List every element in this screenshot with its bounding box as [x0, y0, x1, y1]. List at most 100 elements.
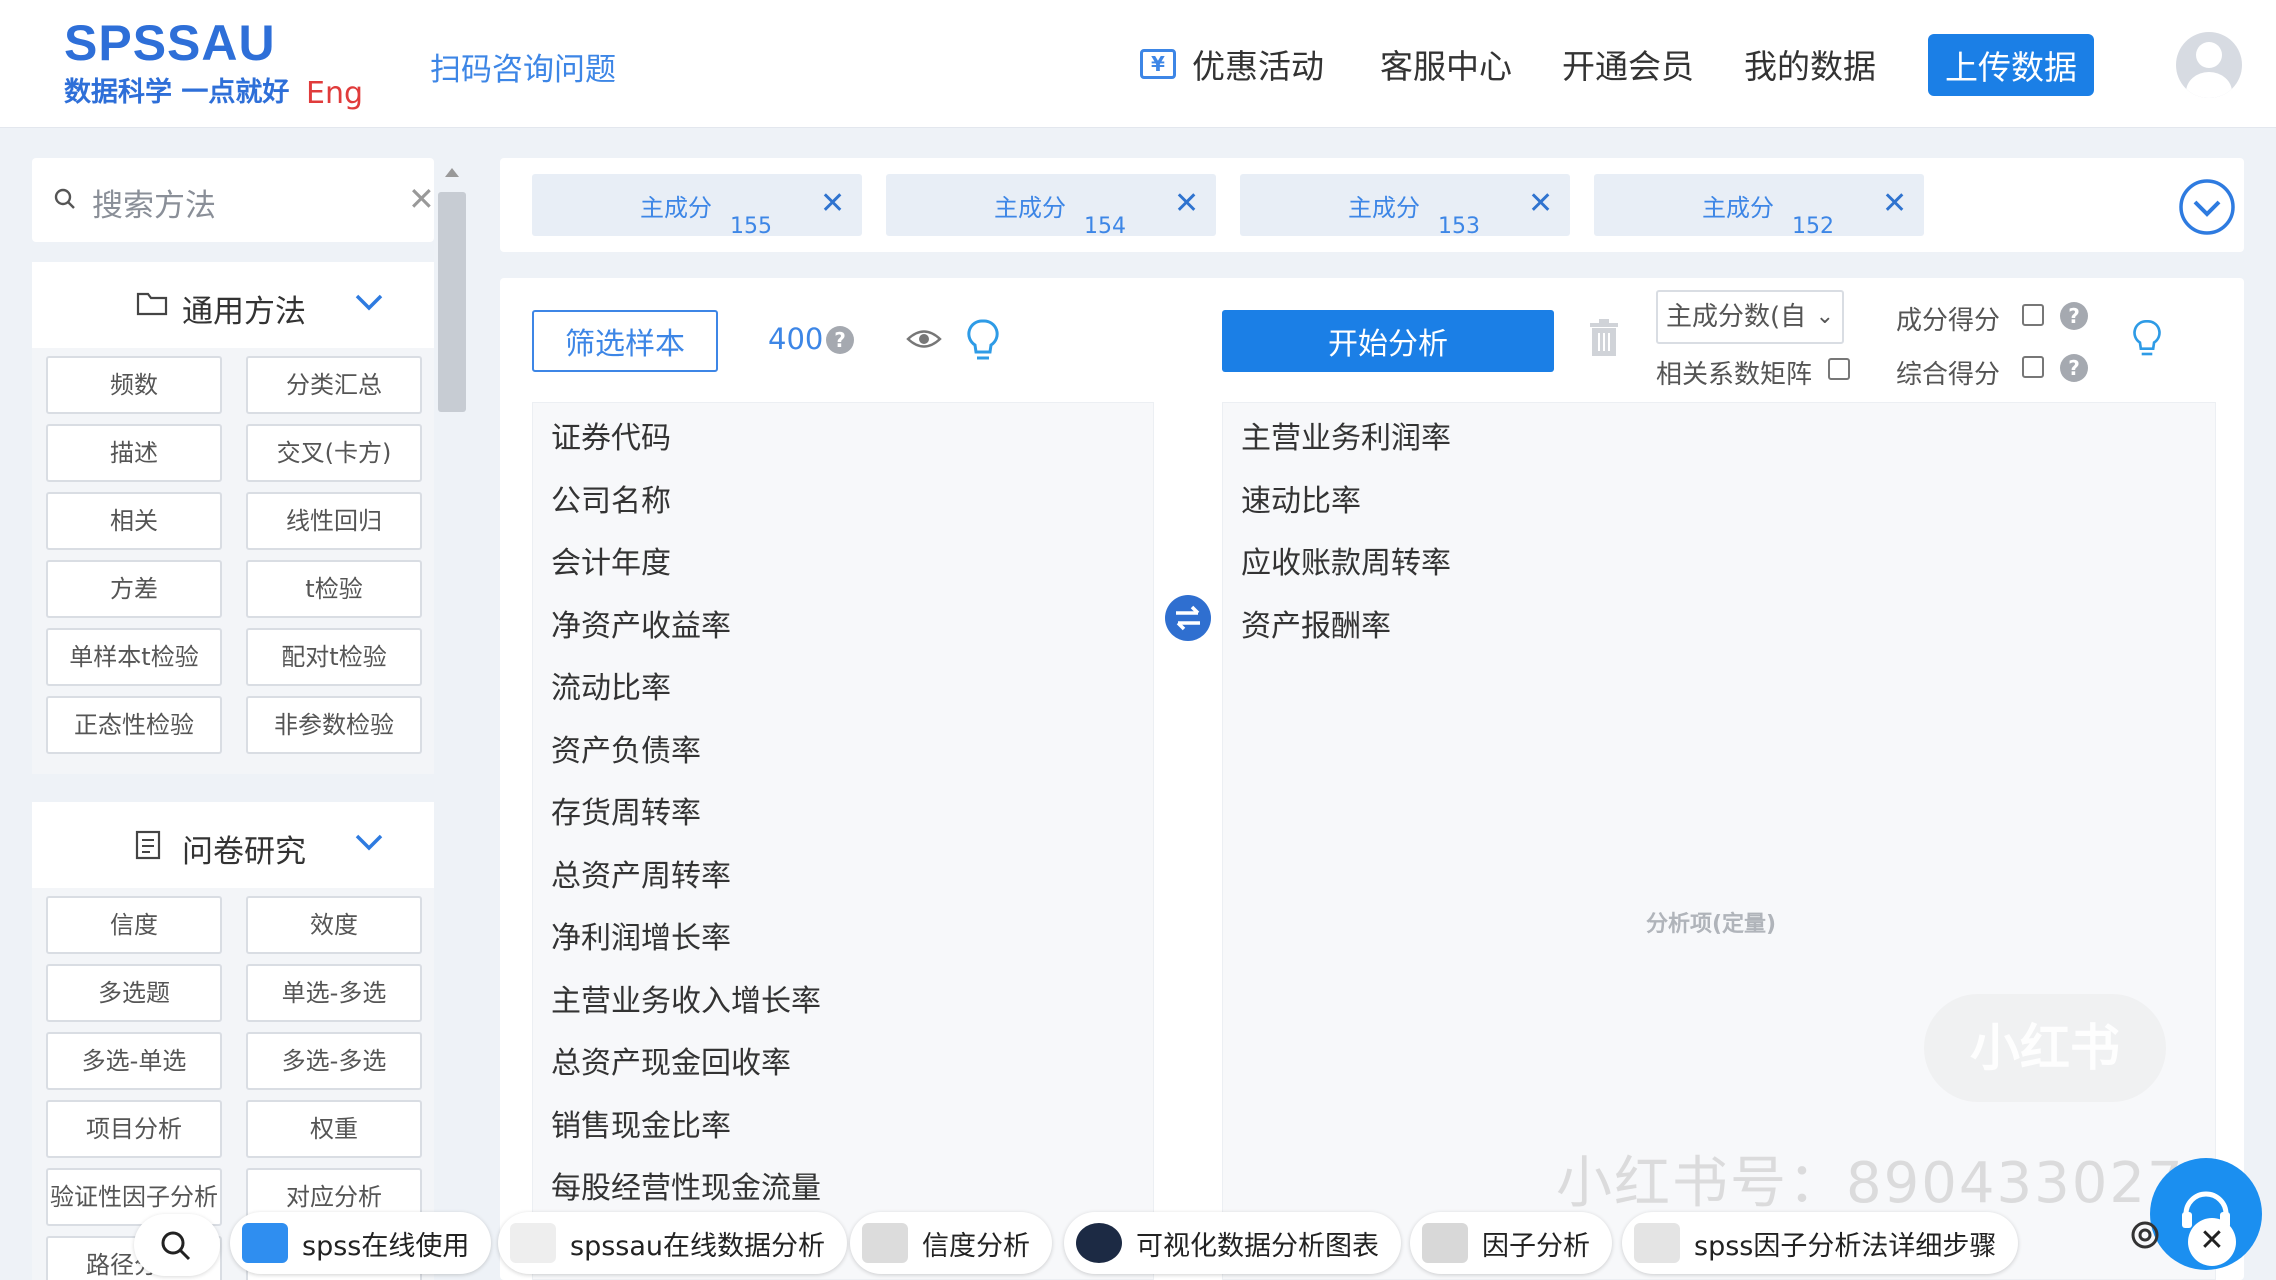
- suggestion-chip[interactable]: 信度分析: [850, 1212, 1052, 1274]
- chevron-down-icon[interactable]: [354, 832, 384, 852]
- close-tab-icon[interactable]: ✕: [1528, 186, 1553, 221]
- variable-item[interactable]: 主营业务收入增长率: [551, 976, 821, 1020]
- method-button[interactable]: 频数: [46, 356, 222, 414]
- method-button[interactable]: 权重: [246, 1100, 422, 1158]
- chip-thumbnail: [1076, 1223, 1122, 1263]
- eye-icon[interactable]: [906, 328, 942, 350]
- close-tab-icon[interactable]: ✕: [820, 186, 845, 221]
- method-button[interactable]: 效度: [246, 896, 422, 954]
- nav-member[interactable]: 开通会员: [1562, 40, 1694, 88]
- analysis-item[interactable]: 资产报酬率: [1241, 601, 1391, 645]
- gear-icon[interactable]: [2126, 1216, 2164, 1254]
- variable-item[interactable]: 证券代码: [551, 413, 671, 457]
- logo[interactable]: SPSSAU: [64, 14, 276, 72]
- tab-analysis-4[interactable]: 主成分 152 ✕: [1594, 174, 1924, 239]
- analysis-item[interactable]: 应收账款周转率: [1241, 538, 1451, 582]
- chip-label: spssau在线数据分析: [570, 1230, 825, 1262]
- tabs-expand-icon[interactable]: [2178, 178, 2236, 236]
- coupon-icon: ¥: [1140, 49, 1176, 79]
- variable-item[interactable]: 流动比率: [551, 663, 671, 707]
- method-button[interactable]: 单选-多选: [246, 964, 422, 1022]
- method-search[interactable]: 搜索方法 ✕: [32, 158, 435, 242]
- chip-thumbnail: [510, 1223, 556, 1263]
- search-input[interactable]: 搜索方法: [92, 180, 216, 225]
- method-button[interactable]: 多选-多选: [246, 1032, 422, 1090]
- variable-item[interactable]: 每股经营性现金流量: [551, 1163, 821, 1207]
- method-button[interactable]: 配对t检验: [246, 628, 422, 686]
- corr-matrix-checkbox[interactable]: [1828, 358, 1850, 380]
- lightbulb-icon[interactable]: [966, 318, 1000, 364]
- tab-analysis-2[interactable]: 主成分 154 ✕: [886, 174, 1216, 239]
- close-tab-icon[interactable]: ✕: [1882, 186, 1907, 221]
- bottom-search-button[interactable]: [134, 1214, 220, 1276]
- chevron-down-icon[interactable]: [354, 292, 384, 312]
- tab-number: 154: [1084, 214, 1126, 239]
- nav-service[interactable]: 客服中心: [1380, 40, 1512, 88]
- variable-item[interactable]: 存货周转率: [551, 788, 701, 832]
- method-button[interactable]: 信度: [46, 896, 222, 954]
- method-button[interactable]: 描述: [46, 424, 222, 482]
- help-icon[interactable]: ?: [826, 326, 854, 354]
- method-button[interactable]: 多选题: [46, 964, 222, 1022]
- variable-item[interactable]: 销售现金比率: [551, 1101, 731, 1145]
- method-button[interactable]: 正态性检验: [46, 696, 222, 754]
- component-count-select[interactable]: 主成分数(自 ⌄: [1656, 290, 1844, 344]
- method-button[interactable]: 方差: [46, 560, 222, 618]
- sidebar-scroll-thumb[interactable]: [438, 192, 466, 412]
- logo-slogan: 数据科学 一点就好: [64, 77, 290, 108]
- suggestion-chip[interactable]: spss因子分析法详细步骤: [1622, 1212, 2019, 1274]
- avatar[interactable]: [2176, 32, 2242, 98]
- method-button[interactable]: 分类汇总: [246, 356, 422, 414]
- method-button[interactable]: 相关: [46, 492, 222, 550]
- method-button[interactable]: 项目分析: [46, 1100, 222, 1158]
- chip-label: spss在线使用: [302, 1230, 470, 1262]
- method-button[interactable]: 多选-单选: [46, 1032, 222, 1090]
- variable-item[interactable]: 总资产现金回收率: [551, 1038, 791, 1082]
- analysis-item[interactable]: 速动比率: [1241, 476, 1361, 520]
- lightbulb-icon[interactable]: [2132, 318, 2162, 360]
- tab-number: 155: [730, 214, 772, 239]
- general-methods-header[interactable]: 通用方法: [32, 262, 434, 348]
- method-button[interactable]: 非参数检验: [246, 696, 422, 754]
- tab-analysis-1[interactable]: 主成分 155 ✕: [532, 174, 862, 239]
- total-score-checkbox[interactable]: [2022, 356, 2044, 378]
- close-tab-icon[interactable]: ✕: [1174, 186, 1199, 221]
- upload-data-button[interactable]: 上传数据: [1928, 34, 2094, 96]
- chip-label: 因子分析: [1482, 1230, 1590, 1262]
- tab-number: 152: [1792, 214, 1834, 239]
- suggestion-chip[interactable]: 因子分析: [1410, 1212, 1612, 1274]
- analysis-item[interactable]: 主营业务利润率: [1241, 413, 1451, 457]
- swap-icon[interactable]: [1164, 594, 1212, 642]
- start-analysis-button[interactable]: 开始分析: [1222, 310, 1554, 372]
- variable-item[interactable]: 资产负债率: [551, 726, 701, 770]
- clear-search-icon[interactable]: ✕: [408, 180, 435, 218]
- variable-item[interactable]: 会计年度: [551, 538, 671, 582]
- suggestion-chip[interactable]: 可视化数据分析图表: [1064, 1212, 1401, 1274]
- method-button[interactable]: 线性回归: [246, 492, 422, 550]
- scroll-up-icon[interactable]: [445, 168, 459, 177]
- filter-samples-button[interactable]: 筛选样本: [532, 310, 718, 372]
- suggestion-chip[interactable]: spssau在线数据分析: [498, 1212, 847, 1274]
- variable-item[interactable]: 净资产收益率: [551, 601, 731, 645]
- suggestion-chip[interactable]: spss在线使用: [230, 1212, 492, 1274]
- method-button[interactable]: t检验: [246, 560, 422, 618]
- scan-consult-link[interactable]: 扫码咨询问题: [430, 44, 616, 89]
- method-button[interactable]: 交叉(卡方): [246, 424, 422, 482]
- help-icon[interactable]: ?: [2060, 354, 2088, 382]
- method-button[interactable]: 单样本t检验: [46, 628, 222, 686]
- variable-item[interactable]: 总资产周转率: [551, 851, 731, 895]
- component-score-label: 成分得分: [1896, 306, 2001, 336]
- trash-icon[interactable]: [1588, 318, 1620, 358]
- language-switch[interactable]: Eng: [306, 76, 363, 111]
- survey-methods-header[interactable]: 问卷研究: [32, 802, 434, 888]
- tab-label: 主成分: [994, 194, 1066, 222]
- tab-analysis-3[interactable]: 主成分 153 ✕: [1240, 174, 1570, 239]
- close-icon[interactable]: ✕: [2188, 1218, 2236, 1266]
- variable-item[interactable]: 净利润增长率: [551, 913, 731, 957]
- nav-promo[interactable]: ¥ 优惠活动: [1140, 40, 1324, 88]
- chevron-down-icon: ⌄: [1815, 304, 1834, 329]
- nav-my-data[interactable]: 我的数据: [1744, 40, 1876, 88]
- component-score-checkbox[interactable]: [2022, 304, 2044, 326]
- help-icon[interactable]: ?: [2060, 302, 2088, 330]
- variable-item[interactable]: 公司名称: [551, 476, 671, 520]
